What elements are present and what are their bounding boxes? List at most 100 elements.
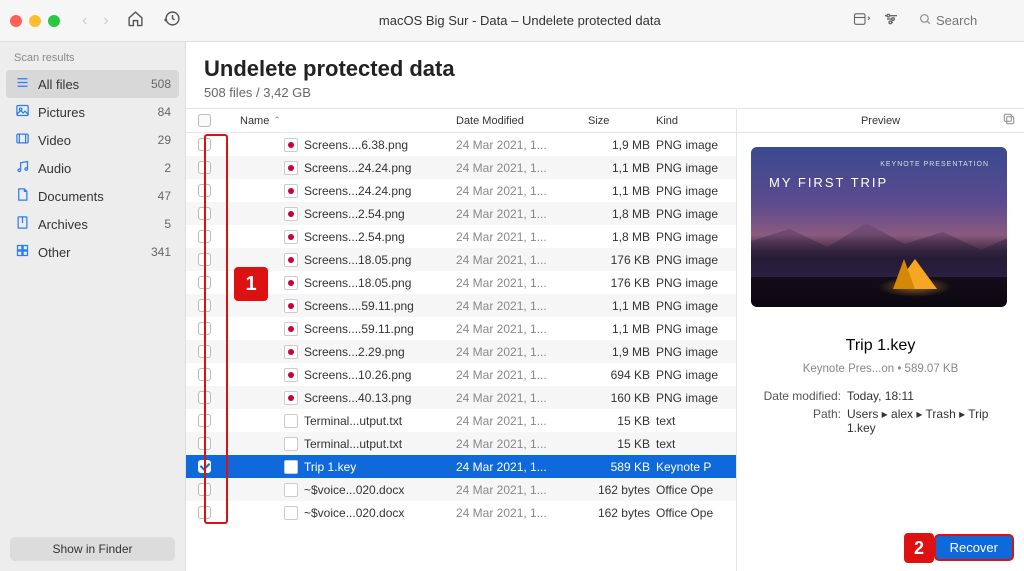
home-icon[interactable] — [121, 8, 150, 34]
table-row[interactable]: ~$voice...020.docx24 Mar 2021, 1...162 b… — [186, 501, 736, 524]
row-date: 24 Mar 2021, 1... — [456, 483, 588, 497]
table-row[interactable]: Screens....59.11.png24 Mar 2021, 1...1,1… — [186, 317, 736, 340]
annotation-callout-2: 2 — [904, 533, 934, 563]
table-row[interactable]: Screens...18.05.png24 Mar 2021, 1...176 … — [186, 248, 736, 271]
search-box[interactable] — [911, 10, 1014, 32]
table-row[interactable]: Screens...2.29.png24 Mar 2021, 1...1,9 M… — [186, 340, 736, 363]
video-icon — [14, 131, 30, 149]
recover-button[interactable]: Recover — [934, 534, 1014, 561]
list-icon — [14, 75, 30, 93]
file-txt-icon — [284, 437, 298, 451]
row-checkbox[interactable] — [186, 161, 222, 174]
row-size: 1,8 MB — [588, 207, 656, 221]
sidebar-item-label: Audio — [38, 161, 71, 176]
file-png-icon — [284, 138, 298, 152]
forward-button[interactable]: › — [99, 10, 112, 32]
table-row[interactable]: Screens....59.11.png24 Mar 2021, 1...1,1… — [186, 294, 736, 317]
row-size: 1,1 MB — [588, 161, 656, 175]
row-name: Screens....6.38.png — [222, 138, 456, 152]
row-checkbox[interactable] — [186, 483, 222, 496]
column-date[interactable]: Date Modified — [456, 115, 588, 127]
close-window-button[interactable] — [10, 15, 22, 27]
row-checkbox[interactable] — [186, 253, 222, 266]
sidebar-item-pictures[interactable]: Pictures84 — [0, 98, 185, 126]
sidebar-item-documents[interactable]: Documents47 — [0, 182, 185, 210]
search-input[interactable] — [936, 13, 1006, 28]
row-checkbox[interactable] — [186, 322, 222, 335]
row-checkbox[interactable] — [186, 345, 222, 358]
row-name: Screens...2.29.png — [222, 345, 456, 359]
row-date: 24 Mar 2021, 1... — [456, 299, 588, 313]
table-row[interactable]: Screens....6.38.png24 Mar 2021, 1...1,9 … — [186, 133, 736, 156]
row-date: 24 Mar 2021, 1... — [456, 345, 588, 359]
view-options-icon[interactable] — [853, 12, 871, 30]
maximize-window-button[interactable] — [48, 15, 60, 27]
table-row[interactable]: Screens...2.54.png24 Mar 2021, 1...1,8 M… — [186, 225, 736, 248]
sidebar-item-count: 5 — [164, 217, 171, 231]
table-row[interactable]: Terminal...utput.txt24 Mar 2021, 1...15 … — [186, 409, 736, 432]
sidebar-item-count: 341 — [151, 245, 171, 259]
date-modified-label: Date modified: — [751, 389, 847, 403]
preview-thumbnail: KEYNOTE PRESENTATION MY FIRST TRIP — [751, 147, 1007, 307]
row-kind: PNG image — [656, 253, 736, 267]
sidebar-item-archives[interactable]: Archives5 — [0, 210, 185, 238]
sidebar-item-all-files[interactable]: All files508 — [6, 70, 179, 98]
table-row[interactable]: Screens...24.24.png24 Mar 2021, 1...1,1 … — [186, 156, 736, 179]
audio-icon — [14, 159, 30, 177]
sidebar-item-audio[interactable]: Audio2 — [0, 154, 185, 182]
window-title: macOS Big Sur - Data – Undelete protecte… — [195, 13, 845, 28]
history-icon[interactable] — [158, 8, 187, 34]
row-kind: PNG image — [656, 391, 736, 405]
row-name: Screens...2.54.png — [222, 207, 456, 221]
sidebar-item-video[interactable]: Video29 — [0, 126, 185, 154]
row-checkbox[interactable] — [186, 276, 222, 289]
sidebar-item-other[interactable]: Other341 — [0, 238, 185, 266]
column-kind[interactable]: Kind — [656, 115, 736, 127]
row-checkbox[interactable] — [186, 368, 222, 381]
picture-icon — [14, 103, 30, 121]
row-checkbox[interactable] — [186, 414, 222, 427]
file-docx-icon — [284, 483, 298, 497]
row-checkbox[interactable] — [186, 230, 222, 243]
filter-icon[interactable] — [883, 12, 899, 30]
row-name: Screens...40.13.png — [222, 391, 456, 405]
row-date: 24 Mar 2021, 1... — [456, 230, 588, 244]
row-date: 24 Mar 2021, 1... — [456, 207, 588, 221]
table-row[interactable]: Screens...2.54.png24 Mar 2021, 1...1,8 M… — [186, 202, 736, 225]
row-checkbox[interactable] — [186, 460, 222, 473]
table-row[interactable]: Screens...40.13.png24 Mar 2021, 1...160 … — [186, 386, 736, 409]
table-row[interactable]: Screens...24.24.png24 Mar 2021, 1...1,1 … — [186, 179, 736, 202]
minimize-window-button[interactable] — [29, 15, 41, 27]
window-controls — [10, 15, 60, 27]
file-png-icon — [284, 345, 298, 359]
column-size[interactable]: Size — [588, 115, 656, 127]
table-row[interactable]: Terminal...utput.txt24 Mar 2021, 1...15 … — [186, 432, 736, 455]
row-checkbox[interactable] — [186, 299, 222, 312]
row-size: 1,1 MB — [588, 184, 656, 198]
row-size: 176 KB — [588, 276, 656, 290]
file-png-icon — [284, 322, 298, 336]
copy-icon[interactable] — [1002, 112, 1016, 129]
table-row[interactable]: Screens...10.26.png24 Mar 2021, 1...694 … — [186, 363, 736, 386]
table-row[interactable]: Screens...18.05.png24 Mar 2021, 1...176 … — [186, 271, 736, 294]
row-size: 694 KB — [588, 368, 656, 382]
show-in-finder-button[interactable]: Show in Finder — [10, 537, 175, 561]
row-kind: PNG image — [656, 138, 736, 152]
row-kind: PNG image — [656, 345, 736, 359]
row-checkbox[interactable] — [186, 207, 222, 220]
row-checkbox[interactable] — [186, 138, 222, 151]
row-checkbox[interactable] — [186, 391, 222, 404]
row-checkbox[interactable] — [186, 437, 222, 450]
path-value: Users ▸ alex ▸ Trash ▸ Trip 1.key — [847, 407, 1010, 435]
row-size: 1,1 MB — [588, 299, 656, 313]
row-checkbox[interactable] — [186, 506, 222, 519]
back-button[interactable]: ‹ — [78, 10, 91, 32]
row-kind: text — [656, 437, 736, 451]
row-name: ~$voice...020.docx — [222, 483, 456, 497]
select-all-checkbox[interactable] — [186, 114, 222, 127]
row-checkbox[interactable] — [186, 184, 222, 197]
table-row[interactable]: Trip 1.key24 Mar 2021, 1...589 KBKeynote… — [186, 455, 736, 478]
column-name[interactable]: Name⌃ — [222, 115, 456, 127]
table-row[interactable]: ~$voice...020.docx24 Mar 2021, 1...162 b… — [186, 478, 736, 501]
file-png-icon — [284, 391, 298, 405]
